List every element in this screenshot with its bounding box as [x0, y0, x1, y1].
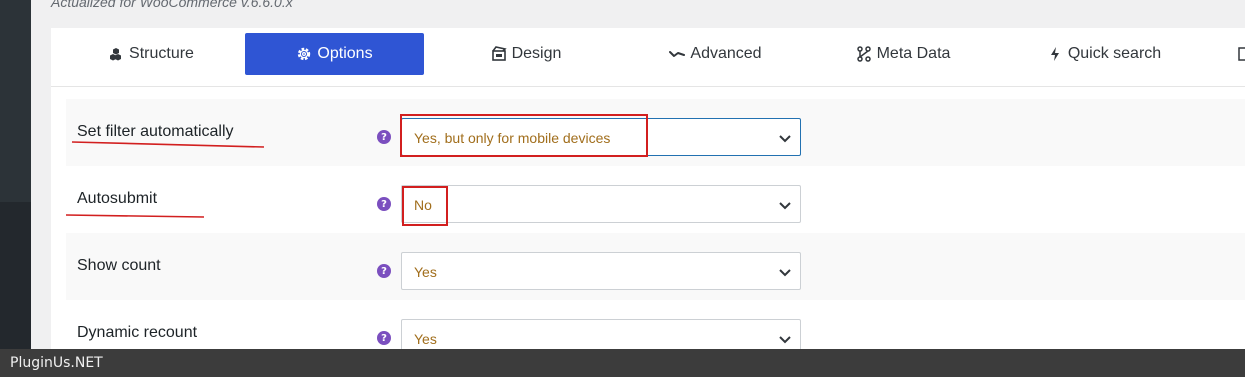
admin-sidebar-upper: [0, 0, 31, 202]
set-filter-select[interactable]: Yes, but only for mobile devices: [401, 118, 801, 156]
chevron-down-icon: [779, 202, 791, 210]
watermark-text: PluginUs.NET: [10, 355, 103, 371]
settings-tabs: Structure Options Design Advanced Meta D…: [51, 28, 1245, 87]
option-row-show-count: Show count ? Yes: [66, 233, 1245, 300]
tab-meta-data-label: Meta Data: [876, 45, 951, 62]
help-icon[interactable]: ?: [377, 331, 391, 345]
chevron-down-icon: [779, 269, 791, 277]
help-icon[interactable]: ?: [377, 264, 391, 278]
option-row-autosubmit: Autosubmit ? No: [66, 166, 1245, 233]
cubes-icon: [110, 48, 122, 61]
option-label-show-count: Show count: [77, 257, 161, 274]
plugin-version-subtitle: Actualized for WooCommerce v.6.6.0.x: [51, 0, 293, 10]
option-label-dynamic-recount: Dynamic recount: [77, 324, 198, 341]
bolt-icon: [1050, 47, 1059, 61]
option-row-set-filter: Set filter automatically ? Yes, but only…: [66, 99, 1245, 166]
tab-next-icon: [1238, 47, 1245, 61]
design-icon: [491, 46, 507, 61]
meta-data-icon: [856, 46, 871, 62]
tab-quick-search[interactable]: Quick search: [1029, 33, 1179, 75]
tab-next-partial[interactable]: [1237, 33, 1245, 75]
admin-sidebar-edge: [0, 0, 31, 349]
tab-options-label: Options: [317, 45, 373, 62]
help-icon[interactable]: ?: [377, 130, 391, 144]
advanced-icon: [669, 51, 686, 57]
settings-panel: Structure Options Design Advanced Meta D…: [51, 28, 1245, 357]
dynamic-recount-value: Yes: [414, 331, 437, 347]
tab-advanced-label: Advanced: [690, 45, 762, 62]
tab-quick-search-label: Quick search: [1067, 45, 1162, 62]
tab-structure-label: Structure: [129, 45, 194, 62]
tab-design-label: Design: [511, 45, 562, 62]
autosubmit-select[interactable]: No: [401, 185, 801, 223]
show-count-select[interactable]: Yes: [401, 252, 801, 290]
chevron-down-icon: [779, 336, 791, 344]
help-icon[interactable]: ?: [377, 197, 391, 211]
set-filter-value: Yes, but only for mobile devices: [414, 130, 611, 146]
option-label-set-filter: Set filter automatically: [77, 123, 234, 140]
tab-advanced[interactable]: Advanced: [658, 33, 773, 75]
watermark-bar: PluginUs.NET: [0, 349, 1245, 377]
gear-icon: [298, 47, 311, 61]
tab-options[interactable]: Options: [245, 33, 424, 75]
tab-design[interactable]: Design: [481, 33, 571, 75]
chevron-down-icon: [779, 135, 791, 143]
tab-meta-data[interactable]: Meta Data: [847, 33, 959, 75]
autosubmit-value: No: [414, 197, 432, 213]
show-count-value: Yes: [414, 264, 437, 280]
tab-structure[interactable]: Structure: [96, 33, 206, 75]
option-label-autosubmit: Autosubmit: [77, 190, 158, 207]
